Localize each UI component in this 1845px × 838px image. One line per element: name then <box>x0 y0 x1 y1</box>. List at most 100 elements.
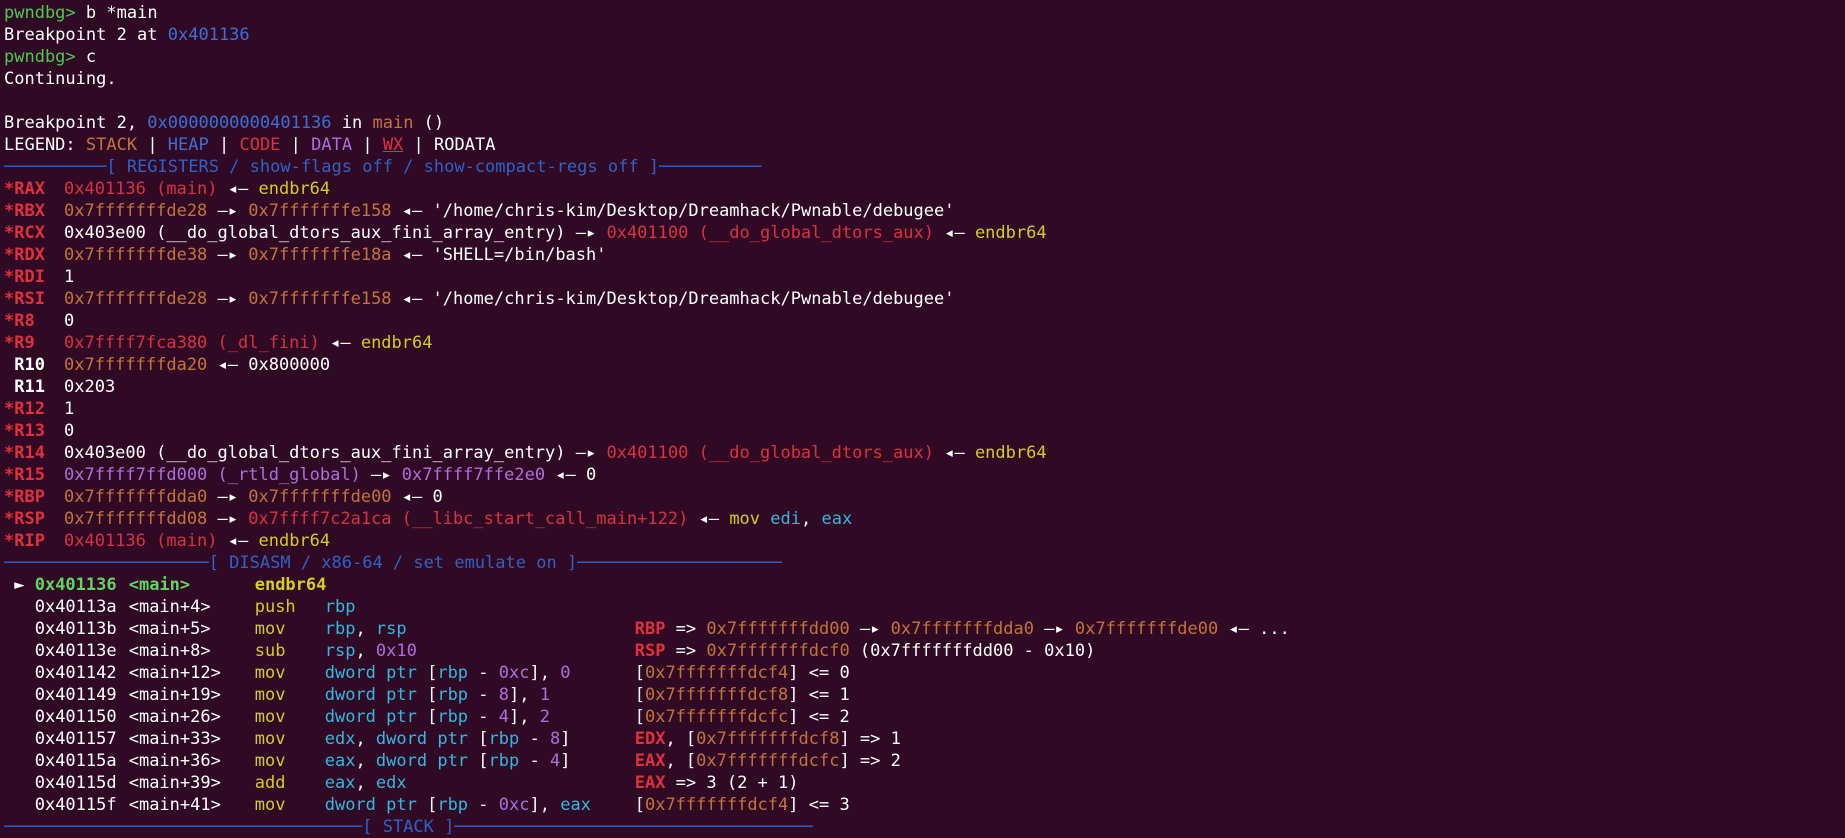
instruction-row: 0x40115a <main+36> mov eax, dword ptr [rbp … <box>4 750 1845 772</box>
operand: edx <box>375 773 407 793</box>
register-value: ◂— <box>319 333 361 353</box>
instruction-address: 0x401149 <box>34 685 117 705</box>
section-title: [ DISASM / x86-64 / set emulate on ] <box>208 553 578 573</box>
operand: ], <box>529 663 561 683</box>
disasm-section-header: ────────────────────[ DISASM / x86-64 / … <box>4 553 782 573</box>
instruction-address: 0x40113e <box>34 641 117 661</box>
register-value: '/home/chris-kim/Desktop/Dreamhack/Pwnab… <box>432 201 955 221</box>
register-value: 0x7fffffffe158 <box>248 289 392 309</box>
emulation-comment: EDX <box>634 729 666 749</box>
instruction-row: 0x401157 <main+33> mov edx, dword ptr [rbp … <box>4 728 1845 750</box>
legend-rodata: RODATA <box>434 135 496 155</box>
register-value: 0 <box>432 487 443 507</box>
gutter <box>4 597 35 617</box>
register-value: 0x7ffff7fca380 (_dl_fini) <box>64 333 320 353</box>
emulation-comment: 0x7fffffffdcf8 <box>696 729 840 749</box>
legend-separator: | <box>280 135 312 155</box>
register-value: 0 <box>64 311 75 331</box>
register-value: 0x401100 (__do_global_dtors_aux) <box>606 443 934 463</box>
instruction-symbol: <main+8> <box>128 641 211 661</box>
operand: eax <box>324 773 356 793</box>
register-row: *RSP 0x7fffffffdd08 —▸ 0x7ffff7c2a1ca (__… <box>4 508 1845 530</box>
instruction-row: 0x401149 <main+19> mov dword ptr [rbp - 8],… <box>4 684 1845 706</box>
emulation-comment: 0x7fffffffdcf0 <box>706 641 850 661</box>
instruction-row: 0x401150 <main+26> mov dword ptr [rbp - 4],… <box>4 706 1845 728</box>
emulation-comment: ] => 2 <box>839 751 901 771</box>
instruction-operands: rbp, rsp <box>325 618 635 640</box>
register-value: endbr64 <box>974 443 1047 463</box>
emulation-comment: ] <= 1 <box>788 685 850 705</box>
operand: ], <box>529 795 561 815</box>
operand: dword ptr <box>324 707 428 727</box>
register-row: *RIP 0x401136 (main) ◂— endbr64 <box>4 530 1845 552</box>
operand: , <box>355 773 376 793</box>
operand: , <box>355 619 376 639</box>
gutter <box>4 751 35 771</box>
operand: ] <box>560 729 571 749</box>
operand: 0x10 <box>375 641 417 661</box>
instruction-symbol: <main+33> <box>128 729 221 749</box>
instruction-address: 0x401142 <box>34 663 117 683</box>
instruction-operands: rsp, 0x10 <box>325 640 635 662</box>
register-value: 0x203 <box>64 377 116 397</box>
register-value: —▸ <box>207 289 249 309</box>
register-row: *RDI 1 <box>4 266 1845 288</box>
current-pointer-icon: ► <box>4 575 35 595</box>
terminal[interactable]: pwndbg> b *main Breakpoint 2 at 0x401136… <box>0 0 1845 837</box>
register-value: 0x7fffffffde28 <box>64 289 208 309</box>
gutter <box>4 773 35 793</box>
register-value: ◂— <box>217 179 259 199</box>
emulation-comment: —▸ <box>849 619 891 639</box>
emulation-comment: => 3 (2 + 1) <box>665 773 799 793</box>
register-name: *R13 <box>4 421 45 441</box>
register-value: 0x7fffffffda20 <box>64 355 208 375</box>
register-row: *RSI 0x7fffffffde28 —▸ 0x7fffffffe158 ◂— … <box>4 288 1845 310</box>
register-value: 0x7fffffffde38 <box>64 245 208 265</box>
register-value: —▸ <box>207 245 249 265</box>
register-row: *RAX 0x401136 (main) ◂— endbr64 <box>4 178 1845 200</box>
register-value: endbr64 <box>258 531 331 551</box>
register-row: *R15 0x7ffff7ffd000 (_rtld_global) —▸ 0x7… <box>4 464 1845 486</box>
gutter <box>4 641 35 661</box>
register-value: 0 <box>64 421 75 441</box>
instruction-operands: eax, dword ptr [rbp - 4] <box>325 750 635 772</box>
register-name: *RAX <box>4 179 45 199</box>
gutter <box>4 685 35 705</box>
emulation-comment: 0x7fffffffdcf8 <box>644 685 789 705</box>
register-row: *RBP 0x7fffffffdda0 —▸ 0x7fffffffde00 ◂— … <box>4 486 1845 508</box>
operand: 0xc <box>498 663 530 683</box>
emulation-comment: 0x7fffffffdcf4 <box>644 663 789 683</box>
section-title: [ STACK ] <box>362 817 455 837</box>
operand: eax <box>560 795 591 815</box>
instruction-row: 0x40115d <main+39> add eax, edx EAX => 3 (2 … <box>4 772 1845 794</box>
output-text: in <box>331 113 373 133</box>
instruction-row: 0x401142 <main+12> mov dword ptr [rbp - 0xc… <box>4 662 1845 684</box>
operand: - <box>519 729 550 749</box>
operand: rbp <box>488 751 520 771</box>
operand: [ <box>427 663 438 683</box>
register-value: 0x401136 (main) <box>64 179 218 199</box>
instruction-row: 0x40113a <main+4> push rbp <box>4 596 1845 618</box>
output-text: Breakpoint 2, <box>4 113 148 133</box>
register-value: 1 <box>64 267 75 287</box>
register-name: *RDX <box>4 245 45 265</box>
operand: 0 <box>560 663 571 683</box>
emulation-comment: [ <box>634 685 645 705</box>
disasm-panel: ► 0x401136 <main> endbr64 0x40113a <main+4>… <box>4 574 1845 816</box>
instruction-operands: dword ptr [rbp - 8], 1 <box>325 684 635 706</box>
gutter <box>4 619 35 639</box>
register-value: 0x403e00 (__do_global_dtors_aux_fini_arr… <box>64 223 566 243</box>
operand: - <box>468 685 499 705</box>
emulation-comment: [ <box>634 663 645 683</box>
output-text: Breakpoint 2 at <box>4 25 168 45</box>
instruction-address: 0x40115d <box>34 773 117 793</box>
emulation-comment: , [ <box>665 751 697 771</box>
register-name: *RCX <box>4 223 45 243</box>
operand: - <box>468 663 499 683</box>
instruction-mnemonic: add <box>254 773 286 793</box>
instruction-mnemonic: mov <box>254 707 286 727</box>
emulation-comment: ] <= 3 <box>788 795 850 815</box>
command-line: pwndbg> c <box>4 46 1845 68</box>
emulation-comment: —▸ <box>1033 619 1075 639</box>
operand: - <box>468 707 499 727</box>
